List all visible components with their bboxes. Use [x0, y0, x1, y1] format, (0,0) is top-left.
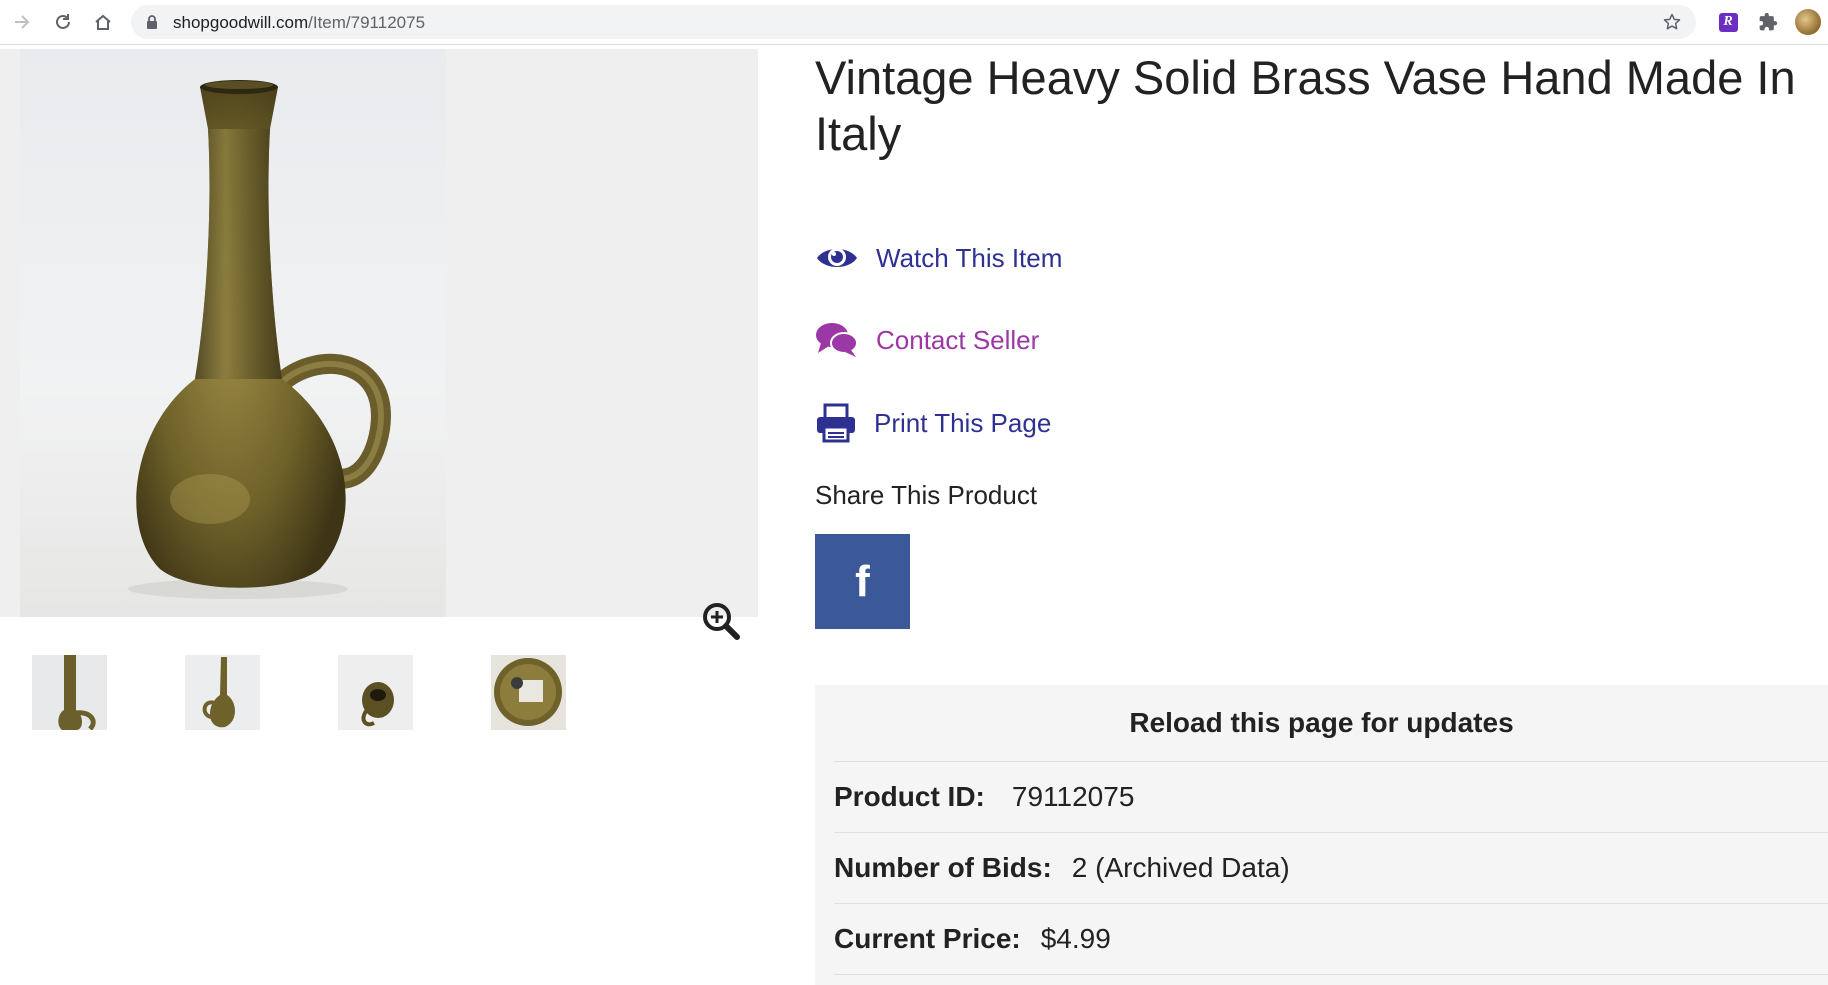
thumbnail-2[interactable]: [185, 655, 260, 730]
thumbnail-4[interactable]: [491, 655, 566, 730]
facebook-share-button[interactable]: f: [815, 534, 910, 629]
printer-icon: [815, 403, 861, 443]
number-of-bids-value: 2 (Archived Data): [1071, 852, 1290, 883]
product-photo-brass-vase[interactable]: [20, 49, 446, 617]
profile-avatar-image: [1795, 9, 1821, 35]
thumbnail-strip: [32, 655, 592, 731]
product-id-value: 79112075: [1011, 781, 1135, 812]
current-price-value: $4.99: [1040, 923, 1111, 954]
eye-icon: [815, 238, 861, 278]
r-extension-icon[interactable]: R: [1714, 8, 1742, 36]
number-of-bids-label: Number of Bids:: [834, 852, 1052, 883]
thumbnail-3[interactable]: [338, 655, 413, 730]
facebook-icon: f: [855, 556, 870, 606]
info-row-divider: [834, 974, 1828, 985]
forward-arrow-icon[interactable]: [7, 7, 37, 37]
avatar[interactable]: [1794, 8, 1822, 36]
bid-info-panel: Reload this page for updates Product ID:…: [815, 685, 1828, 985]
zoom-in-icon[interactable]: [701, 601, 741, 646]
home-icon[interactable]: [88, 7, 118, 37]
lock-icon[interactable]: [146, 15, 158, 34]
watch-item-link[interactable]: Watch This Item: [815, 238, 1062, 278]
r-extension-letter: R: [1718, 12, 1738, 32]
star-icon[interactable]: [1662, 12, 1682, 37]
current-price-label: Current Price:: [834, 923, 1021, 954]
chat-bubbles-icon: [815, 320, 861, 360]
reload-icon[interactable]: [48, 7, 78, 37]
puzzle-icon[interactable]: [1754, 8, 1782, 36]
browser-toolbar: shopgoodwill.com/Item/79112075 R: [0, 0, 1828, 45]
address-bar[interactable]: shopgoodwill.com/Item/79112075: [131, 5, 1696, 39]
product-title: Vintage Heavy Solid Brass Vase Hand Made…: [815, 51, 1796, 160]
url-text[interactable]: shopgoodwill.com/Item/79112075: [173, 13, 425, 33]
url-host: shopgoodwill.com: [173, 13, 309, 32]
watch-item-label: Watch This Item: [876, 242, 1063, 273]
contact-seller-label: Contact Seller: [876, 324, 1040, 355]
url-path: /Item/79112075: [308, 13, 426, 32]
main-image-viewer[interactable]: [0, 49, 758, 640]
info-row-price: Current Price: $4.99: [834, 903, 1828, 974]
print-page-label: Print This Page: [874, 407, 1052, 438]
reload-message: Reload this page for updates: [1129, 707, 1514, 738]
contact-seller-link[interactable]: Contact Seller: [815, 320, 1039, 360]
share-heading: Share This Product: [815, 480, 1038, 510]
product-id-label: Product ID:: [834, 781, 985, 812]
thumbnail-1[interactable]: [32, 655, 107, 730]
print-page-link[interactable]: Print This Page: [815, 403, 1051, 443]
info-row-bids: Number of Bids: 2 (Archived Data): [834, 832, 1828, 903]
info-row-product-id: Product ID: 79112075: [834, 761, 1828, 832]
